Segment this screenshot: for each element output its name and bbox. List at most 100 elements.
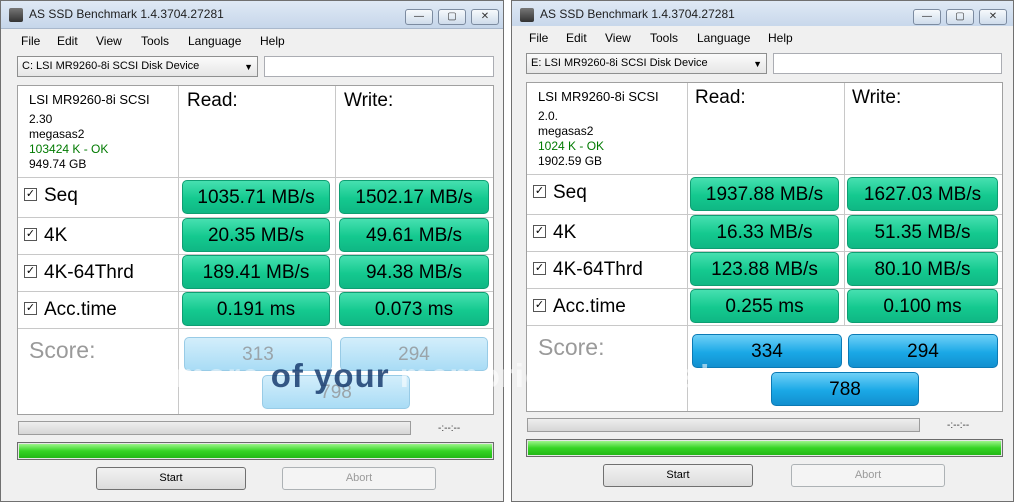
start-button[interactable]: Start: [603, 464, 753, 487]
4k-write-value: 49.61 MB/s: [339, 218, 489, 252]
seq-checkbox[interactable]: ✓: [24, 188, 37, 201]
score-read: 334: [692, 334, 842, 368]
window-title: AS SSD Benchmark 1.4.3704.27281: [540, 7, 735, 21]
maximize-button[interactable]: ▢: [438, 9, 466, 25]
window-title: AS SSD Benchmark 1.4.3704.27281: [29, 7, 224, 21]
app-icon: [520, 8, 534, 22]
test-progress-bar: [18, 421, 411, 435]
4k64-checkbox[interactable]: ✓: [24, 265, 37, 278]
minimize-button[interactable]: —: [913, 9, 941, 25]
seq-read-value: 1937.88 MB/s: [690, 177, 839, 211]
4k64-label: 4K-64Thrd: [553, 259, 643, 280]
menu-help[interactable]: Help: [768, 31, 793, 45]
start-button[interactable]: Start: [96, 467, 246, 490]
seq-checkbox[interactable]: ✓: [533, 185, 546, 198]
alignment-status: 103424 K - OK: [29, 142, 109, 156]
drive-select-value: E: LSI MR9260-8i SCSI Disk Device: [531, 57, 708, 69]
seq-label: Seq: [553, 182, 587, 203]
4k-read-value: 20.35 MB/s: [182, 218, 330, 252]
abort-button[interactable]: Abort: [791, 464, 945, 487]
seq-write-value: 1502.17 MB/s: [339, 180, 489, 214]
maximize-button[interactable]: ▢: [946, 9, 974, 25]
4k64-write-value: 80.10 MB/s: [847, 252, 998, 286]
drive-info: LSI MR9260-8i SCSI 2.30 megasas2 103424 …: [29, 92, 150, 172]
title-bar[interactable]: AS SSD Benchmark 1.4.3704.27281 — ▢ ✕: [1, 1, 503, 29]
menu-bar: File Edit View Tools Language Help: [512, 26, 1013, 50]
drive-size: 1902.59 GB: [538, 154, 603, 168]
menu-edit[interactable]: Edit: [57, 34, 78, 48]
acctime-checkbox[interactable]: ✓: [24, 302, 37, 315]
4k64-read-value: 189.41 MB/s: [182, 255, 330, 289]
seq-write-value: 1627.03 MB/s: [847, 177, 998, 211]
drive-select[interactable]: E: LSI MR9260-8i SCSI Disk Device ▼: [526, 53, 767, 74]
write-header: Write:: [344, 90, 394, 111]
drive-select-value: C: LSI MR9260-8i SCSI Disk Device: [22, 60, 200, 72]
acctime-write-value: 0.100 ms: [847, 289, 998, 323]
watermark-text: Protect more of your memories for less!: [45, 357, 712, 394]
4k64-read-value: 123.88 MB/s: [690, 252, 839, 286]
4k64-write-value: 94.38 MB/s: [339, 255, 489, 289]
seq-label: Seq: [44, 185, 78, 206]
alignment-status: 1024 K - OK: [538, 139, 605, 153]
path-input[interactable]: [264, 56, 494, 77]
menu-view[interactable]: View: [96, 34, 122, 48]
elapsed-time: -:--:--: [947, 420, 970, 431]
acctime-checkbox[interactable]: ✓: [533, 299, 546, 312]
acctime-read-value: 0.255 ms: [690, 289, 839, 323]
overall-progress-fill: [19, 444, 492, 458]
4k64-label: 4K-64Thrd: [44, 262, 134, 283]
menu-tools[interactable]: Tools: [141, 34, 169, 48]
minimize-button[interactable]: —: [405, 9, 433, 25]
write-header: Write:: [852, 87, 902, 108]
elapsed-time: -:--:--: [438, 423, 461, 434]
acctime-read-value: 0.191 ms: [182, 292, 330, 326]
app-icon: [9, 8, 23, 22]
4k-checkbox[interactable]: ✓: [533, 225, 546, 238]
close-button[interactable]: ✕: [979, 9, 1007, 25]
title-bar[interactable]: AS SSD Benchmark 1.4.3704.27281 — ▢ ✕: [512, 1, 1013, 29]
menu-file[interactable]: File: [21, 34, 40, 48]
acctime-label: Acc.time: [44, 299, 117, 320]
dropdown-arrow-icon: ▼: [244, 62, 253, 72]
close-button[interactable]: ✕: [471, 9, 499, 25]
menu-language[interactable]: Language: [697, 31, 750, 45]
menu-file[interactable]: File: [529, 31, 548, 45]
acctime-write-value: 0.073 ms: [339, 292, 489, 326]
dropdown-arrow-icon: ▼: [753, 59, 762, 69]
4k64-checkbox[interactable]: ✓: [533, 262, 546, 275]
drive-model: LSI MR9260-8i SCSI: [29, 92, 150, 107]
drive-info: LSI MR9260-8i SCSI 2.0. megasas2 1024 K …: [538, 89, 659, 169]
menu-view[interactable]: View: [605, 31, 631, 45]
score-total: 788: [771, 372, 919, 406]
menu-bar: File Edit View Tools Language Help: [1, 29, 503, 53]
4k-write-value: 51.35 MB/s: [847, 215, 998, 249]
read-header: Read:: [695, 87, 746, 108]
menu-tools[interactable]: Tools: [650, 31, 678, 45]
seq-read-value: 1035.71 MB/s: [182, 180, 330, 214]
4k-label: 4K: [44, 225, 68, 246]
path-input[interactable]: [773, 53, 1002, 74]
test-progress-bar: [527, 418, 920, 432]
abort-button[interactable]: Abort: [282, 467, 436, 490]
overall-progress-bar: [17, 442, 494, 460]
drive-select[interactable]: C: LSI MR9260-8i SCSI Disk Device ▼: [17, 56, 258, 77]
4k-checkbox[interactable]: ✓: [24, 228, 37, 241]
drive-driver: megasas2: [29, 127, 85, 141]
4k-read-value: 16.33 MB/s: [690, 215, 839, 249]
benchmark-window-left: AS SSD Benchmark 1.4.3704.27281 — ▢ ✕ Fi…: [0, 0, 504, 502]
drive-size: 949.74 GB: [29, 157, 87, 171]
drive-firmware: 2.0.: [538, 109, 559, 123]
overall-progress-fill: [528, 441, 1001, 455]
score-write: 294: [848, 334, 998, 368]
acctime-label: Acc.time: [553, 296, 626, 317]
menu-language[interactable]: Language: [188, 34, 241, 48]
menu-help[interactable]: Help: [260, 34, 285, 48]
benchmark-window-right: AS SSD Benchmark 1.4.3704.27281 — ▢ ✕ Fi…: [511, 0, 1014, 502]
read-header: Read:: [187, 90, 238, 111]
drive-firmware: 2.30: [29, 112, 53, 126]
drive-driver: megasas2: [538, 124, 594, 138]
overall-progress-bar: [526, 439, 1003, 457]
4k-label: 4K: [553, 222, 577, 243]
menu-edit[interactable]: Edit: [566, 31, 587, 45]
drive-model: LSI MR9260-8i SCSI: [538, 89, 659, 104]
